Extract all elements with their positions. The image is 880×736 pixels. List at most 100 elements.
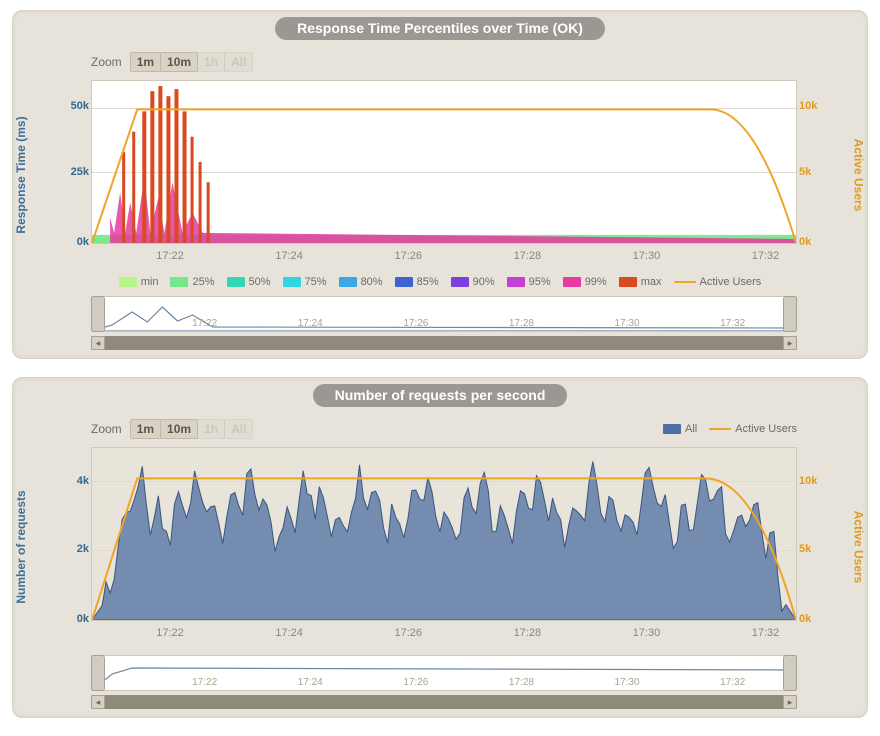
legend-item[interactable]: 90% xyxy=(451,276,495,288)
zoom-button-10m[interactable]: 10m xyxy=(160,52,198,72)
zoom-button-1m[interactable]: 1m xyxy=(130,52,161,72)
y-axis-right-label: Active Users xyxy=(852,511,866,584)
legend-item[interactable]: 80% xyxy=(339,276,383,288)
nav-tick: 17:22 xyxy=(192,318,217,329)
x-tick: 17:32 xyxy=(752,627,780,639)
legend-label: 75% xyxy=(305,276,327,288)
y-right-tick: 10k xyxy=(799,475,837,487)
legend-label: 50% xyxy=(249,276,271,288)
legend-item[interactable]: Active Users xyxy=(674,276,762,288)
x-tick: 17:30 xyxy=(633,627,661,639)
nav-tick: 17:26 xyxy=(403,318,428,329)
nav-tick: 17:30 xyxy=(615,677,640,688)
x-tick: 17:30 xyxy=(633,250,661,262)
chart-svg xyxy=(92,448,796,620)
legend: All Active Users xyxy=(663,423,867,435)
navigator-scrollbar[interactable]: ◂ ▸ xyxy=(91,336,797,350)
legend-item[interactable]: All xyxy=(663,423,697,435)
legend-item[interactable]: 95% xyxy=(507,276,551,288)
y-left-tick: 2k xyxy=(43,543,89,555)
navigator-handle-left-icon[interactable] xyxy=(91,296,105,332)
y-left-tick: 50k xyxy=(43,100,89,112)
legend-swatch-icon xyxy=(674,281,696,283)
legend-item[interactable]: max xyxy=(619,276,662,288)
legend-label: 85% xyxy=(417,276,439,288)
legend-swatch-icon xyxy=(170,277,188,287)
legend-swatch-icon xyxy=(283,277,301,287)
zoom-button-1m[interactable]: 1m xyxy=(130,419,161,439)
legend-label: 90% xyxy=(473,276,495,288)
y-right-tick: 0k xyxy=(799,236,837,248)
navigator[interactable]: 17:22 17:24 17:26 17:28 17:30 17:32 ◂ ▸ xyxy=(43,296,837,350)
legend-item[interactable]: 99% xyxy=(563,276,607,288)
legend-swatch-icon xyxy=(507,277,525,287)
x-tick: 17:32 xyxy=(752,250,780,262)
legend-swatch-icon xyxy=(663,424,681,434)
legend-swatch-icon xyxy=(619,277,637,287)
y-right-tick: 10k xyxy=(799,100,837,112)
legend: min 25% 50% 75% 80% 85% 90% 95% 99% max Active Use… xyxy=(13,270,867,288)
x-tick: 17:24 xyxy=(275,250,303,262)
legend-label: 25% xyxy=(192,276,214,288)
nav-tick: 17:28 xyxy=(509,318,534,329)
legend-swatch-icon xyxy=(709,428,731,430)
scroll-right-icon[interactable]: ▸ xyxy=(783,695,797,709)
navigator-handle-right-icon[interactable] xyxy=(783,655,797,691)
zoom-controls: Zoom 1m10m1hAll AllActive Users xyxy=(13,407,867,447)
legend-label: All xyxy=(685,423,697,435)
y-right-tick: 5k xyxy=(799,543,837,555)
nav-tick: 17:22 xyxy=(192,677,217,688)
zoom-label: Zoom xyxy=(91,55,122,69)
legend-item[interactable]: 85% xyxy=(395,276,439,288)
legend-label: 80% xyxy=(361,276,383,288)
zoom-button-1h: 1h xyxy=(197,52,225,72)
legend-swatch-icon xyxy=(563,277,581,287)
navigator[interactable]: 17:22 17:24 17:26 17:28 17:30 17:32 ◂ ▸ xyxy=(43,655,837,709)
navigator-handle-right-icon[interactable] xyxy=(783,296,797,332)
zoom-button-All: All xyxy=(224,52,253,72)
nav-tick: 17:32 xyxy=(720,318,745,329)
requests-panel: Number of requests per second Zoom 1m10m… xyxy=(12,377,868,718)
legend-swatch-icon xyxy=(339,277,357,287)
percentiles-chart[interactable]: Response Time (ms) Active Users 0k 25k 5… xyxy=(43,80,837,270)
legend-item[interactable]: 50% xyxy=(227,276,271,288)
legend-label: 95% xyxy=(529,276,551,288)
zoom-button-10m[interactable]: 10m xyxy=(160,419,198,439)
legend-label: max xyxy=(641,276,662,288)
plot-area[interactable] xyxy=(91,80,797,244)
y-axis-left-label: Number of requests xyxy=(14,490,28,603)
zoom-button-All: All xyxy=(224,419,253,439)
scroll-left-icon[interactable]: ◂ xyxy=(91,695,105,709)
legend-item[interactable]: 25% xyxy=(170,276,214,288)
legend-label: Active Users xyxy=(735,423,797,435)
x-tick: 17:28 xyxy=(514,250,542,262)
plot-area[interactable] xyxy=(91,447,797,621)
legend-label: 99% xyxy=(585,276,607,288)
navigator-scrollbar[interactable]: ◂ ▸ xyxy=(91,695,797,709)
legend-swatch-icon xyxy=(119,277,137,287)
x-tick: 17:26 xyxy=(394,627,422,639)
scroll-left-icon[interactable]: ◂ xyxy=(91,336,105,350)
panel-title: Number of requests per second xyxy=(313,384,568,407)
nav-tick: 17:30 xyxy=(615,318,640,329)
x-tick: 17:22 xyxy=(156,627,184,639)
x-tick: 17:24 xyxy=(275,627,303,639)
legend-item[interactable]: min xyxy=(119,276,159,288)
percentiles-panel: Response Time Percentiles over Time (OK)… xyxy=(12,10,868,359)
navigator-plot[interactable]: 17:22 17:24 17:26 17:28 17:30 17:32 xyxy=(91,296,797,332)
nav-tick: 17:28 xyxy=(509,677,534,688)
zoom-label: Zoom xyxy=(91,422,122,436)
y-left-tick: 25k xyxy=(43,166,89,178)
legend-item[interactable]: Active Users xyxy=(709,423,797,435)
navigator-plot[interactable]: 17:22 17:24 17:26 17:28 17:30 17:32 xyxy=(91,655,797,691)
legend-item[interactable]: 75% xyxy=(283,276,327,288)
y-axis-right-label: Active Users xyxy=(852,139,866,212)
scroll-right-icon[interactable]: ▸ xyxy=(783,336,797,350)
y-axis-left-label: Response Time (ms) xyxy=(14,116,28,233)
legend-swatch-icon xyxy=(227,277,245,287)
navigator-handle-left-icon[interactable] xyxy=(91,655,105,691)
requests-chart[interactable]: Number of requests Active Users 0k 2k 4k… xyxy=(43,447,837,647)
y-right-tick: 5k xyxy=(799,166,837,178)
nav-tick: 17:32 xyxy=(720,677,745,688)
panel-title-bar: Number of requests per second xyxy=(13,384,867,407)
